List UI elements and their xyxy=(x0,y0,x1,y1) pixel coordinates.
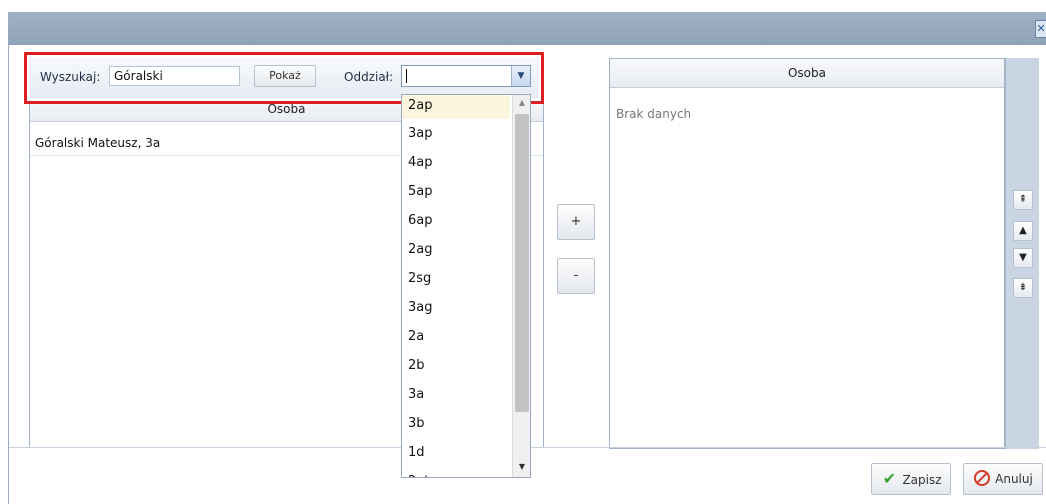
cancel-icon xyxy=(973,464,991,494)
chevron-down-icon[interactable]: ▼ xyxy=(511,66,530,86)
search-toolbar-inner: Wyszukaj: Pokaż Oddział: ▼ xyxy=(30,58,538,98)
scrollbar-thumb[interactable] xyxy=(515,114,529,412)
save-button[interactable]: ✔ Zapisz xyxy=(871,463,951,495)
text-cursor xyxy=(406,69,407,83)
dropdown-option[interactable]: 6ap xyxy=(402,206,510,235)
dropdown-option[interactable]: 2ap xyxy=(402,95,510,119)
dropdown-option[interactable]: 2at xyxy=(402,467,510,477)
dropdown-option[interactable]: 2sg xyxy=(402,264,510,293)
search-label: Wyszukaj: xyxy=(40,70,101,84)
move-down-icon[interactable]: ▼ xyxy=(1013,248,1033,268)
dropdown-option[interactable]: 3ag xyxy=(402,293,510,322)
add-button[interactable]: + xyxy=(557,204,595,240)
division-select[interactable]: ▼ xyxy=(401,65,531,87)
cancel-button[interactable]: Anuluj xyxy=(963,463,1043,495)
dropdown-option[interactable]: 5ap xyxy=(402,177,510,206)
scroll-down-icon[interactable]: ▼ xyxy=(513,459,530,475)
close-icon[interactable]: ✕ xyxy=(1035,20,1046,38)
move-up-icon[interactable]: ▲ xyxy=(1013,221,1033,241)
backdrop xyxy=(0,0,1046,12)
dropdown-option[interactable]: 2b xyxy=(402,351,510,380)
move-bottom-icon[interactable]: ⇟ xyxy=(1013,278,1033,298)
dropdown-scrollbar[interactable]: ▲ ▼ xyxy=(512,95,530,477)
order-toolbar: ⇞ ▲ ▼ ⇟ xyxy=(1005,58,1039,449)
division-label: Oddział: xyxy=(344,70,394,84)
scroll-up-icon[interactable]: ▲ xyxy=(513,95,530,111)
empty-state-text: Brak danych xyxy=(616,107,692,121)
dropdown-option[interactable]: 3a xyxy=(402,380,510,409)
show-button[interactable]: Pokaż xyxy=(254,65,316,87)
dropdown-option[interactable]: 4ap xyxy=(402,148,510,177)
cancel-label: Anuluj xyxy=(995,472,1033,486)
move-top-icon[interactable]: ⇞ xyxy=(1013,190,1033,210)
right-panel-header[interactable]: Osoba xyxy=(610,59,1004,88)
dialog-titlebar: ✕ xyxy=(9,12,1046,45)
dropdown-option[interactable]: 2a xyxy=(402,322,510,351)
search-input[interactable] xyxy=(109,66,240,86)
remove-button[interactable]: - xyxy=(557,258,595,294)
dropdown-option[interactable]: 1d xyxy=(402,438,510,467)
division-dropdown-list: 2ap 3ap 4ap 5ap 6ap 2ag 2sg 3ag 2a 2b 3a… xyxy=(401,94,531,478)
dropdown-option[interactable]: 2ag xyxy=(402,235,510,264)
dropdown-option[interactable]: 3b xyxy=(402,409,510,438)
checkmark-icon: ✔ xyxy=(882,469,897,488)
right-person-list: Osoba Brak danych xyxy=(609,58,1005,449)
save-label: Zapisz xyxy=(902,473,942,487)
dropdown-option[interactable]: 3ap xyxy=(402,119,510,148)
